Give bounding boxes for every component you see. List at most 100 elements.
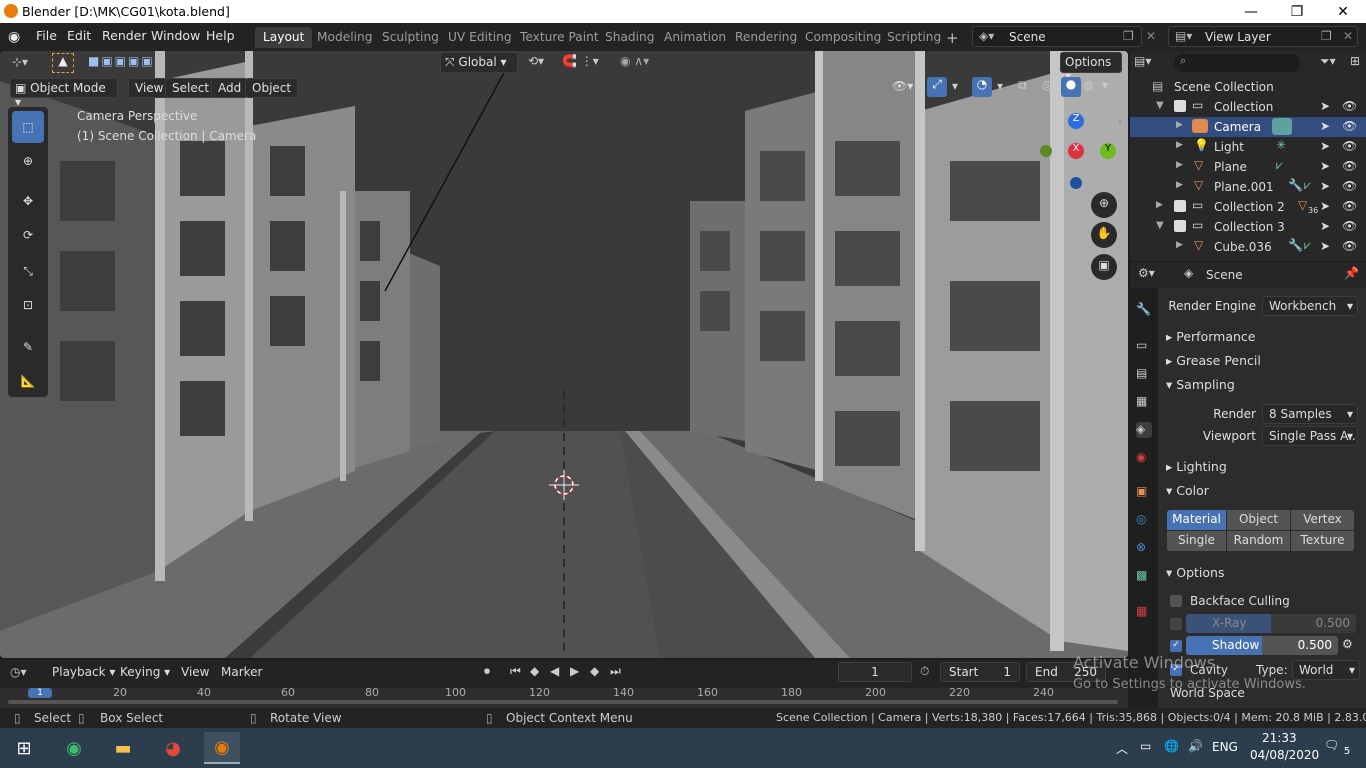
windows-start-icon[interactable]: ⊞ — [8, 732, 40, 764]
shading-wireframe-icon[interactable]: ◎ — [1042, 78, 1052, 92]
checkbox-icon[interactable] — [1174, 100, 1186, 112]
gizmo-dropdown-icon[interactable]: ▾ — [952, 79, 958, 93]
select-box-tool-icon[interactable]: ⬚ — [12, 111, 44, 143]
tab-layout[interactable]: Layout — [255, 27, 313, 48]
frame-ruler[interactable]: 1 20 40 60 80 100 120 140 160 180 200 22… — [0, 688, 1128, 708]
mode-dropdown[interactable]: ▣ Object Mode ▾ — [10, 78, 118, 109]
new-scene-icon[interactable]: ❐ — [1123, 29, 1134, 43]
stopwatch-icon[interactable]: ⏱ — [920, 664, 929, 679]
outliner-row[interactable]: ▶ ▽ Plane.001 🔧 ⩗ ➤ 👁 — [1130, 177, 1366, 197]
checkbox-icon[interactable] — [1174, 200, 1186, 212]
select-menu[interactable]: Select — [165, 78, 217, 98]
menu-help[interactable]: Help — [206, 28, 235, 43]
menu-window[interactable]: Window — [151, 28, 200, 43]
3d-viewport[interactable]: ▣ Object Mode ▾ View Select Add Object ⊹… — [0, 51, 1128, 658]
section-color[interactable]: ▾ Color — [1166, 483, 1209, 498]
outliner-row[interactable]: ▶ ▭ Collection 2 ▽ 36 ➤ 👁 — [1130, 197, 1366, 217]
expand-icon[interactable]: ▶ — [1176, 240, 1183, 250]
pin-icon[interactable]: 📌 — [1344, 266, 1359, 280]
outliner-row-scene-collection[interactable]: ▤ Scene Collection — [1130, 77, 1366, 97]
expand-icon[interactable]: ▶ — [1176, 140, 1183, 150]
play-icon[interactable]: ▶ — [570, 664, 579, 678]
menu-file[interactable]: File — [36, 28, 57, 43]
eye-icon[interactable]: 👁 — [1342, 199, 1357, 213]
xray-slider[interactable]: X-Ray 0.500 — [1186, 614, 1356, 633]
outliner-row[interactable]: ▶ Camera ➤ 👁 — [1130, 117, 1366, 137]
outliner-row[interactable]: ▼ ▭ Collection 3 ➤ 👁 — [1130, 217, 1366, 237]
shading-solid-icon[interactable]: ● — [1061, 77, 1081, 97]
tab-rendering[interactable]: Rendering — [727, 27, 805, 48]
axis-y-icon[interactable]: Y — [1100, 143, 1116, 159]
eye-icon[interactable]: 👁 — [1342, 239, 1357, 253]
properties-editor[interactable]: ⚙▾ ◈ Scene 📌 🔧 ▭ ▤ ▦ ◈ ◉ ▣ ◎ ⊗ ▩ ▦ Rende… — [1130, 262, 1366, 708]
world-tab-icon[interactable]: ◉ — [1136, 450, 1152, 466]
expand-icon[interactable]: ▶ — [1156, 200, 1163, 210]
color-mode-texture[interactable]: Texture — [1291, 531, 1354, 551]
record-icon[interactable]: ⏺ — [484, 664, 490, 679]
tab-sculpting[interactable]: Sculpting — [374, 27, 447, 48]
color-mode-random[interactable]: Random — [1227, 531, 1290, 551]
object-tab-icon[interactable]: ▣ — [1136, 484, 1152, 500]
editor-type-icon[interactable]: ⊹▾ — [12, 55, 28, 69]
chrome-icon[interactable]: ◕ — [157, 732, 189, 764]
expand-icon[interactable]: ▶ — [1176, 120, 1183, 130]
tray-language[interactable]: ENG — [1212, 740, 1238, 754]
select-toggle-icon[interactable]: ➤ — [1320, 219, 1330, 233]
scale-tool-icon[interactable]: ⤡ — [12, 255, 44, 287]
eye-icon[interactable]: 👁 — [1342, 179, 1357, 193]
outliner-row[interactable]: ▶ ▽ Cube.036 🔧 ⩗ ➤ 👁 — [1130, 237, 1366, 257]
new-collection-icon[interactable]: ⊞ — [1350, 54, 1360, 68]
color-mode-material[interactable]: Material — [1167, 510, 1226, 530]
axis-neg-z-icon[interactable] — [1070, 177, 1082, 189]
select-toggle-icon[interactable]: ➤ — [1320, 119, 1330, 133]
outliner-row[interactable]: ▼ ▭ Collection ➤ 👁 — [1130, 97, 1366, 117]
gizmo-toggle-icon[interactable]: ⤢ — [927, 77, 947, 97]
jump-start-icon[interactable]: ⏮ — [510, 664, 521, 679]
axis-neg-y-icon[interactable] — [1040, 145, 1052, 157]
maps-app-icon[interactable]: ◉ — [58, 732, 90, 764]
start-frame-field[interactable]: Start 1 — [940, 662, 1020, 682]
backface-culling-checkbox[interactable] — [1170, 595, 1182, 607]
overlays-dropdown-icon[interactable]: ▾ — [997, 79, 1003, 93]
visibility-icon[interactable]: 👁▾ — [892, 79, 913, 93]
tray-time[interactable]: 21:33 — [1262, 731, 1297, 745]
section-sampling[interactable]: ▾ Sampling — [1166, 377, 1235, 392]
menu-edit[interactable]: Edit — [67, 28, 91, 43]
outliner-editor-icon[interactable]: ▤▾ — [1134, 54, 1151, 68]
select-toggle-icon[interactable]: ➤ — [1320, 179, 1330, 193]
expand-icon[interactable]: ▼ — [1156, 220, 1164, 231]
cursor-tool-icon[interactable]: ⊕ — [12, 145, 44, 177]
restore-button[interactable]: ❐ — [1274, 0, 1320, 23]
color-mode-single[interactable]: Single — [1167, 531, 1226, 551]
render-tab-icon[interactable]: ▭ — [1136, 338, 1152, 354]
tab-modeling[interactable]: Modeling — [309, 27, 380, 48]
tab-texture-paint[interactable]: Texture Paint — [512, 27, 607, 48]
tool-tab-icon[interactable]: 🔧 — [1136, 302, 1152, 318]
jump-end-icon[interactable]: ⏭ — [610, 664, 621, 679]
xray-checkbox[interactable] — [1170, 618, 1182, 630]
measure-tool-icon[interactable]: 📐 — [12, 365, 44, 397]
move-tool-icon[interactable]: ✥ — [12, 185, 44, 217]
select-tool-mode-icon[interactable]: ▲ — [52, 53, 74, 73]
playback-menu[interactable]: Playback ▾ — [52, 665, 115, 679]
view-layer-tab-icon[interactable]: ▦ — [1136, 394, 1152, 410]
next-keyframe-icon[interactable]: ◆ — [590, 664, 599, 678]
tray-network-icon[interactable]: 🌐 — [1164, 739, 1179, 753]
tab-animation[interactable]: Animation — [656, 27, 734, 48]
pivot-icon[interactable]: ⟲▾ — [528, 54, 544, 68]
expand-icon[interactable]: ▼ — [1156, 100, 1164, 111]
timeline[interactable]: ◷▾ Playback ▾ Keying ▾ View Marker ⏺ ⏮ ◆… — [0, 660, 1128, 708]
tab-compositing[interactable]: Compositing — [797, 27, 889, 48]
section-lighting[interactable]: ▸ Lighting — [1166, 459, 1227, 474]
constraints-tab-icon[interactable]: ⊗ — [1136, 540, 1152, 556]
tab-shading[interactable]: Shading — [597, 27, 663, 48]
eye-icon[interactable]: 👁 — [1342, 119, 1357, 133]
playhead[interactable]: 1 — [28, 688, 52, 698]
add-menu[interactable]: Add — [211, 78, 249, 98]
output-tab-icon[interactable]: ▤ — [1136, 366, 1152, 382]
notification-icon[interactable]: 🗨 — [1324, 738, 1339, 752]
outliner-row[interactable]: ▶ 💡 Light ✳ ➤ 👁 — [1130, 137, 1366, 157]
eye-icon[interactable]: 👁 — [1342, 139, 1357, 153]
section-performance[interactable]: ▸ Performance — [1166, 329, 1255, 344]
add-workspace-icon[interactable]: + — [946, 29, 959, 47]
